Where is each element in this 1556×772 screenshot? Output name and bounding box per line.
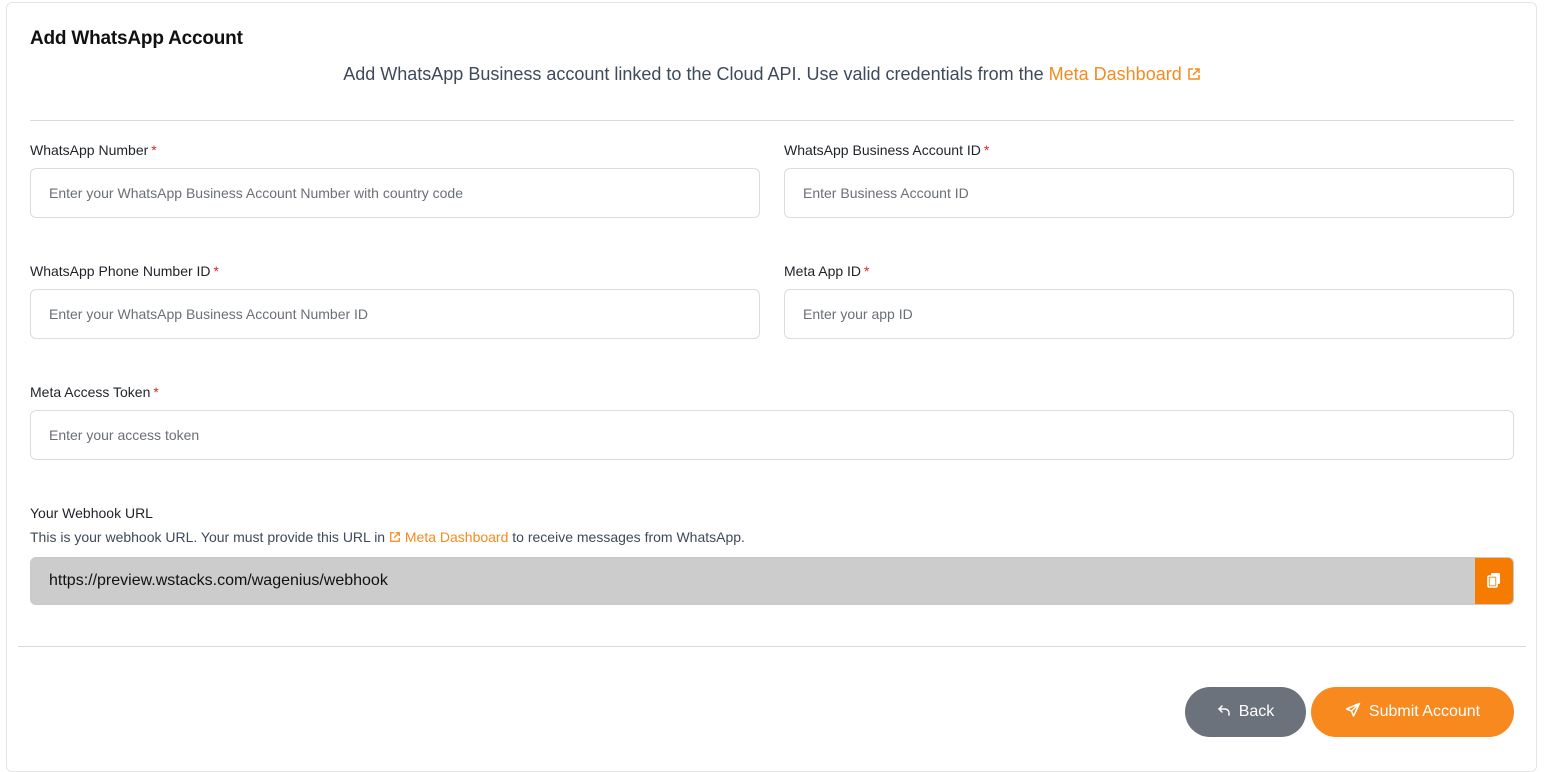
whatsapp-number-label: WhatsApp Number * [30,142,157,158]
webhook-description: This is your webhook URL. Your must prov… [30,529,745,546]
access-token-label: Meta Access Token * [30,384,159,400]
send-paper-plane-icon [1345,702,1361,723]
webhook-desc-after: to receive messages from WhatsApp. [512,529,745,545]
business-account-id-input[interactable] [784,168,1514,218]
access-token-input[interactable] [30,410,1514,460]
whatsapp-number-label-text: WhatsApp Number [30,142,149,158]
access-token-label-text: Meta Access Token [30,384,151,400]
required-mark: * [153,384,159,400]
add-account-card [6,2,1537,772]
phone-number-id-input[interactable] [30,289,760,339]
meta-app-id-input[interactable] [784,289,1514,339]
external-link-icon [1187,65,1201,86]
undo-arrow-icon [1217,703,1231,722]
meta-app-id-label: Meta App ID * [784,263,870,279]
submit-account-button[interactable]: Submit Account [1311,687,1514,737]
copy-icon [1487,572,1501,593]
page-subtitle: Add WhatsApp Business account linked to … [0,64,1544,86]
meta-dashboard-link[interactable]: Meta Dashboard [1049,64,1201,84]
meta-dashboard-link-label: Meta Dashboard [1048,64,1182,84]
webhook-url-field[interactable]: https://preview.wstacks.com/wagenius/web… [30,557,1514,605]
webhook-title: Your Webhook URL [30,505,153,521]
required-mark: * [151,142,157,158]
business-account-id-label: WhatsApp Business Account ID * [784,142,989,158]
phone-number-id-label-text: WhatsApp Phone Number ID [30,263,211,279]
submit-account-button-label: Submit Account [1368,703,1481,720]
meta-app-id-label-text: Meta App ID [784,263,862,279]
copy-webhook-button[interactable] [1475,558,1513,604]
required-mark: * [213,263,219,279]
subtitle-text: Add WhatsApp Business account linked to … [343,64,1044,84]
required-mark: * [983,142,990,158]
required-mark: * [864,263,870,279]
external-link-icon [389,530,401,546]
webhook-url-value: https://preview.wstacks.com/wagenius/web… [49,572,388,589]
header-divider [30,120,1514,121]
page-title: Add WhatsApp Account [30,28,243,49]
footer-divider [18,646,1526,647]
webhook-meta-dashboard-link-label: Meta Dashboard [404,529,509,545]
back-button-label: Back [1238,703,1275,720]
whatsapp-number-input[interactable] [30,168,760,218]
webhook-meta-dashboard-link[interactable]: Meta Dashboard [389,529,512,545]
back-button[interactable]: Back [1185,687,1306,737]
webhook-desc-before: This is your webhook URL. Your must prov… [30,529,386,545]
business-account-id-label-text: WhatsApp Business Account ID [784,142,981,158]
phone-number-id-label: WhatsApp Phone Number ID * [30,263,219,279]
